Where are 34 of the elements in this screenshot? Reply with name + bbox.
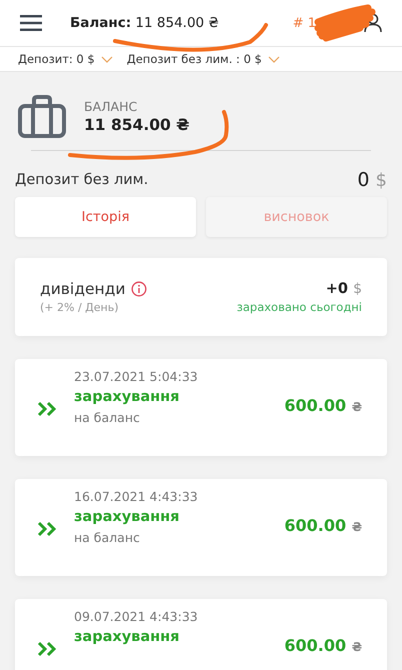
deposit-amount: 0 $ [357, 169, 387, 191]
header-balance: Баланс: 11 854.00 ₴ [70, 15, 220, 31]
transaction-note: на баланс [74, 530, 141, 545]
chevron-icon [100, 56, 113, 62]
dividends-status: зараховано сьогодні [236, 300, 362, 314]
deposit-label: Депозит без лим. [15, 172, 148, 188]
dividends-title: дивіденди [40, 280, 126, 298]
transaction-type: зарахування [74, 629, 180, 645]
deposit-dropdown[interactable]: Депозит: 0 $ [18, 52, 113, 66]
marker-scribble [314, 4, 376, 42]
transaction-amount: 600.00 ₴ [284, 396, 362, 415]
info-icon[interactable] [131, 281, 148, 297]
balance-value: 11 854.00 ₴ [84, 116, 190, 134]
menu-icon[interactable] [20, 15, 42, 31]
transaction-type: зарахування [74, 509, 180, 525]
dividends-amount: +0 $ [326, 280, 362, 296]
balance-label: БАЛАНС [84, 98, 138, 114]
transaction-note: на баланс [74, 410, 141, 425]
user-icon[interactable] [364, 13, 382, 33]
transaction-date: 09.07.2021 4:43:33 [74, 609, 199, 624]
briefcase-icon [18, 94, 66, 138]
double-chevron-icon [37, 521, 57, 537]
dividends-rate: (+ 2% / День) [40, 301, 120, 314]
double-chevron-icon [37, 401, 57, 417]
deposit-dropdown[interactable]: Депозит без лим. : 0 $ [126, 52, 280, 66]
transaction-type: зарахування [74, 389, 180, 405]
chevron-icon [268, 56, 280, 62]
transaction-amount: 600.00 ₴ [284, 636, 362, 655]
transaction-date: 16.07.2021 4:43:33 [74, 489, 199, 504]
double-chevron-icon [37, 641, 57, 657]
transaction-amount: 600.00 ₴ [284, 516, 362, 535]
history-button[interactable]: Історія [15, 197, 196, 237]
account-id: # 1 [292, 16, 316, 30]
transaction-date: 23.07.2021 5:04:33 [74, 369, 199, 384]
